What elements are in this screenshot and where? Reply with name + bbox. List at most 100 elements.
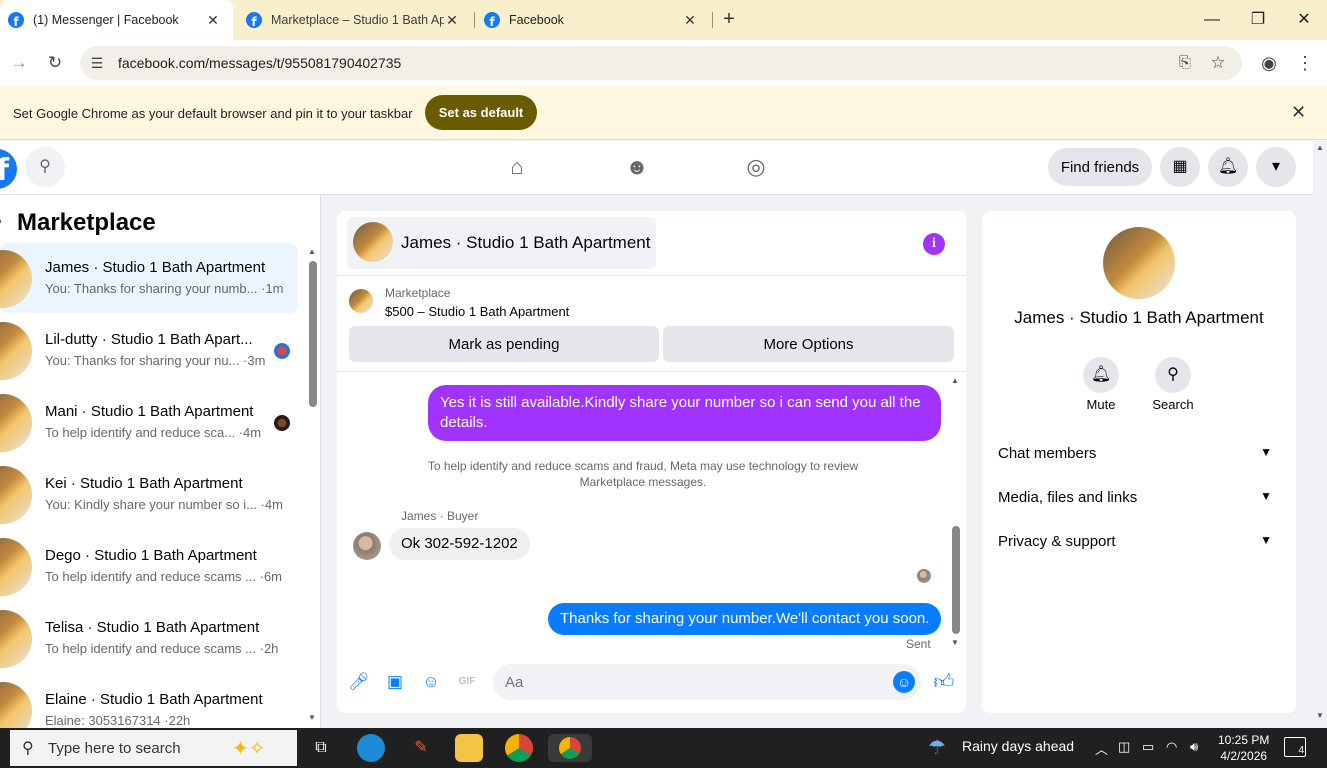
- taskbar-search[interactable]: ⚲ Type here to search ✦✧: [10, 730, 297, 766]
- incoming-message[interactable]: Ok 302-592-1202: [389, 528, 530, 560]
- wifi-icon[interactable]: ◠: [1166, 739, 1177, 755]
- menu-kebab-icon[interactable]: ⋮: [1294, 52, 1316, 74]
- emoji-icon[interactable]: ☺: [893, 671, 915, 693]
- install-app-icon[interactable]: ⎘: [1174, 52, 1196, 74]
- sticker-icon[interactable]: ☺: [420, 671, 442, 693]
- media-files-links-section[interactable]: Media, files and links ▼: [998, 489, 1280, 519]
- facebook-logo-icon[interactable]: f: [0, 149, 17, 189]
- battery-icon[interactable]: ▭: [1142, 739, 1154, 755]
- taskbar-search-placeholder: Type here to search: [48, 740, 181, 757]
- search-icon: ⚲: [22, 740, 34, 757]
- tab-facebook[interactable]: f Facebook ✕: [476, 0, 710, 40]
- chrome-logo-icon: [559, 737, 581, 759]
- chrome-active-icon[interactable]: [548, 734, 592, 762]
- close-icon[interactable]: ✕: [682, 12, 698, 29]
- notifications-bell-icon[interactable]: 🔔︎: [1208, 147, 1248, 187]
- tab-marketplace[interactable]: f Marketplace – Studio 1 Bath Ap ✕: [238, 0, 472, 40]
- chat-list-scrollbar[interactable]: ▲ ▼: [307, 247, 317, 725]
- thumbs-up-icon[interactable]: 👍︎: [931, 669, 957, 695]
- chat-item-dego[interactable]: Dego · Studio 1 Bath Apartment To help i…: [0, 531, 298, 601]
- listing-thumbnail: [0, 250, 32, 308]
- forward-icon[interactable]: →: [8, 52, 30, 74]
- chat-members-section[interactable]: Chat members ▼: [998, 445, 1280, 475]
- address-bar[interactable]: ☰ facebook.com/messages/t/95508179040273…: [80, 46, 1242, 80]
- chat-item-telisa[interactable]: Telisa · Studio 1 Bath Apartment To help…: [0, 603, 298, 673]
- chat-name: Kei · Studio 1 Bath Apartment: [45, 475, 243, 492]
- weather-text[interactable]: Rainy days ahead: [962, 738, 1074, 754]
- scroll-down-arrow-icon[interactable]: ▼: [308, 713, 316, 722]
- new-tab-icon[interactable]: +: [718, 8, 740, 30]
- mute-button[interactable]: 🔔︎ Mute: [1071, 357, 1131, 412]
- default-browser-infobar: Set Google Chrome as your default browse…: [0, 86, 1327, 140]
- window-close-icon[interactable]: ✕: [1281, 0, 1327, 40]
- groups-icon[interactable]: ◎: [736, 151, 776, 183]
- chat-name: Telisa · Studio 1 Bath Apartment: [45, 619, 260, 636]
- listing-title[interactable]: $500 – Studio 1 Bath Apartment: [385, 304, 569, 319]
- chat-item-kei[interactable]: Kei · Studio 1 Bath Apartment You: Kindl…: [0, 459, 298, 529]
- scroll-down-arrow-icon[interactable]: ▼: [951, 638, 959, 647]
- outgoing-message[interactable]: Thanks for sharing your number.We'll con…: [548, 603, 942, 635]
- marketplace-chat-list: · Marketplace James · Studio 1 Bath Apar…: [0, 195, 321, 728]
- microphone-icon[interactable]: 🎤︎: [348, 671, 370, 693]
- gif-icon[interactable]: GIF: [456, 671, 478, 693]
- conversation-header[interactable]: James · Studio 1 Bath Apartment: [347, 217, 656, 269]
- search-conversation-button[interactable]: ⚲ Search: [1143, 357, 1203, 412]
- scroll-down-arrow-icon[interactable]: ▼: [1316, 711, 1324, 720]
- reload-icon[interactable]: ↻: [44, 52, 66, 74]
- volume-icon[interactable]: 🔊︎: [1190, 739, 1198, 755]
- menu-grid-icon[interactable]: ▦: [1160, 147, 1200, 187]
- scroll-up-arrow-icon[interactable]: ▲: [1316, 143, 1324, 152]
- url-text: facebook.com/messages/t/955081790402735: [118, 55, 402, 71]
- chat-item-elaine[interactable]: Elaine · Studio 1 Bath Apartment Elaine:…: [0, 675, 298, 728]
- notification-center-icon[interactable]: 4: [1284, 737, 1306, 757]
- task-view-icon[interactable]: ⧉: [307, 734, 335, 762]
- friends-icon[interactable]: ☻: [617, 151, 657, 183]
- system-clock[interactable]: 10:25 PM 4/2/2026: [1218, 732, 1269, 764]
- scrollbar-thumb[interactable]: [309, 261, 317, 407]
- close-icon[interactable]: ✕: [1291, 102, 1306, 123]
- search-icon: ⚲: [1155, 357, 1191, 393]
- facebook-favicon-icon: f: [8, 12, 24, 28]
- info-icon[interactable]: i: [923, 233, 945, 255]
- search-icon[interactable]: ⚲: [25, 147, 65, 187]
- file-explorer-icon[interactable]: [455, 734, 483, 762]
- chat-item-mani[interactable]: Mani · Studio 1 Bath Apartment To help i…: [0, 387, 298, 457]
- more-options-button[interactable]: More Options: [663, 326, 954, 362]
- chat-preview: To help identify and reduce sca... ·4m: [45, 425, 262, 440]
- photo-icon[interactable]: ▣: [384, 671, 406, 693]
- close-icon[interactable]: ✕: [444, 12, 460, 29]
- set-as-default-button[interactable]: Set as default: [425, 95, 537, 130]
- message-scrollbar[interactable]: ▲ ▼: [950, 372, 960, 653]
- close-icon[interactable]: ✕: [205, 12, 221, 29]
- scroll-up-arrow-icon[interactable]: ▲: [951, 376, 959, 385]
- sender-avatar[interactable]: [353, 532, 381, 560]
- site-settings-icon[interactable]: ☰: [86, 52, 108, 74]
- privacy-support-section[interactable]: Privacy & support ▼: [998, 533, 1280, 563]
- show-hidden-icons-chevron-icon[interactable]: ︿: [1095, 739, 1108, 758]
- paint-icon[interactable]: ✎: [407, 734, 435, 762]
- profile-avatar[interactable]: [1103, 227, 1175, 299]
- message-input[interactable]: [493, 664, 921, 700]
- back-icon[interactable]: ·: [0, 209, 3, 235]
- mark-as-pending-button[interactable]: Mark as pending: [349, 326, 659, 362]
- meet-now-icon[interactable]: ◫: [1118, 739, 1130, 755]
- chat-item-james[interactable]: James · Studio 1 Bath Apartment You: Tha…: [0, 243, 298, 313]
- find-friends-button[interactable]: Find friends: [1048, 148, 1152, 186]
- section-title: Media, files and links: [998, 489, 1138, 506]
- restore-icon[interactable]: ❐: [1235, 0, 1281, 40]
- scroll-up-arrow-icon[interactable]: ▲: [308, 247, 316, 256]
- bookmark-star-icon[interactable]: ☆: [1207, 52, 1229, 74]
- tab-title: Marketplace – Studio 1 Bath Ap: [271, 13, 444, 27]
- profile-icon[interactable]: ◉: [1258, 52, 1280, 74]
- chrome-icon[interactable]: [505, 734, 533, 762]
- tab-messenger[interactable]: f (1) Messenger | Facebook ✕: [0, 0, 233, 40]
- page-scrollbar[interactable]: ▲ ▼: [1313, 141, 1327, 728]
- edge-icon[interactable]: [357, 734, 385, 762]
- listing-thumbnail[interactable]: [349, 289, 373, 313]
- minimize-icon[interactable]: —: [1189, 0, 1235, 40]
- chat-item-lil-dutty[interactable]: Lil-dutty · Studio 1 Bath Apart... You: …: [0, 315, 298, 385]
- scrollbar-thumb[interactable]: [952, 526, 960, 634]
- home-icon[interactable]: ⌂: [497, 151, 537, 183]
- account-chevron-icon[interactable]: ▾: [1256, 147, 1296, 187]
- outgoing-message[interactable]: Yes it is still available.Kindly share y…: [428, 385, 941, 441]
